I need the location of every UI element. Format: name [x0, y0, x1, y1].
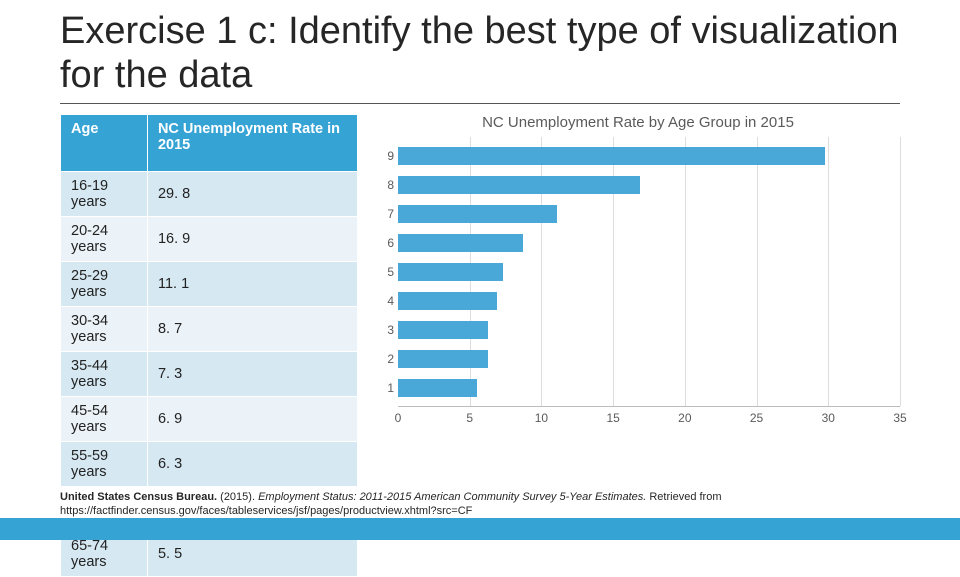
bar-row: 9	[398, 145, 900, 166]
cell-age: 16-19 years	[61, 172, 148, 217]
bar	[398, 292, 497, 310]
bar	[398, 176, 640, 194]
bar	[398, 234, 523, 252]
cell-age: 55-59 years	[61, 442, 148, 487]
cell-age: 25-29 years	[61, 262, 148, 307]
gridline	[900, 137, 901, 406]
bar	[398, 321, 488, 339]
x-tick-label: 25	[750, 411, 763, 425]
cell-age: 35-44 years	[61, 352, 148, 397]
y-tick-label: 8	[380, 178, 394, 192]
table-row: 20-24 years16. 9	[61, 217, 358, 262]
table-row: 16-19 years29. 8	[61, 172, 358, 217]
title-divider	[60, 103, 900, 104]
citation-source: United States Census Bureau.	[60, 491, 220, 503]
x-tick-label: 5	[466, 411, 473, 425]
cell-age: 20-24 years	[61, 217, 148, 262]
x-tick-label: 0	[395, 411, 402, 425]
bar-row: 1	[398, 377, 900, 398]
x-tick-label: 10	[535, 411, 548, 425]
y-tick-label: 3	[380, 323, 394, 337]
citation-title: Employment Status: 2011-2015 American Co…	[258, 491, 649, 503]
table-row: 35-44 years7. 3	[61, 352, 358, 397]
x-tick-label: 15	[606, 411, 619, 425]
table-row: 55-59 years6. 3	[61, 442, 358, 487]
bar	[398, 205, 557, 223]
cell-rate: 6. 9	[147, 397, 357, 442]
cell-rate: 7. 3	[147, 352, 357, 397]
bar-row: 7	[398, 203, 900, 224]
table-header-age: Age	[61, 115, 148, 172]
y-tick-label: 1	[380, 381, 394, 395]
table-row: 45-54 years6. 9	[61, 397, 358, 442]
table-row: 25-29 years11. 1	[61, 262, 358, 307]
cell-rate: 29. 8	[147, 172, 357, 217]
cell-rate: 11. 1	[147, 262, 357, 307]
cell-rate: 8. 7	[147, 307, 357, 352]
bar	[398, 350, 488, 368]
bar	[398, 379, 477, 397]
cell-age: 30-34 years	[61, 307, 148, 352]
cell-rate: 16. 9	[147, 217, 357, 262]
x-tick-label: 30	[822, 411, 835, 425]
bar	[398, 263, 503, 281]
x-tick-label: 20	[678, 411, 691, 425]
y-tick-label: 7	[380, 207, 394, 221]
y-tick-label: 2	[380, 352, 394, 366]
y-tick-label: 5	[380, 265, 394, 279]
table-header-rate: NC Unemployment Rate in 2015	[147, 115, 357, 172]
bar-row: 8	[398, 174, 900, 195]
y-tick-label: 9	[380, 149, 394, 163]
chart-title: NC Unemployment Rate by Age Group in 201…	[376, 114, 900, 131]
bar-row: 4	[398, 290, 900, 311]
bar-row: 6	[398, 232, 900, 253]
page-title: Exercise 1 c: Identify the best type of …	[60, 10, 900, 97]
citation-footer: United States Census Bureau. (2015). Emp…	[0, 486, 960, 540]
y-tick-label: 6	[380, 236, 394, 250]
y-tick-label: 4	[380, 294, 394, 308]
cell-age: 45-54 years	[61, 397, 148, 442]
table-row: 30-34 years8. 7	[61, 307, 358, 352]
cell-rate: 6. 3	[147, 442, 357, 487]
bar	[398, 147, 825, 165]
bar-row: 5	[398, 261, 900, 282]
x-tick-label: 35	[893, 411, 906, 425]
bar-row: 3	[398, 319, 900, 340]
bar-row: 2	[398, 348, 900, 369]
bars-container: 9 8 7 6 5 4 3 2 1	[398, 137, 900, 406]
citation-year: (2015).	[220, 491, 258, 503]
chart-plot: 987654321 05101520253035	[398, 137, 900, 427]
